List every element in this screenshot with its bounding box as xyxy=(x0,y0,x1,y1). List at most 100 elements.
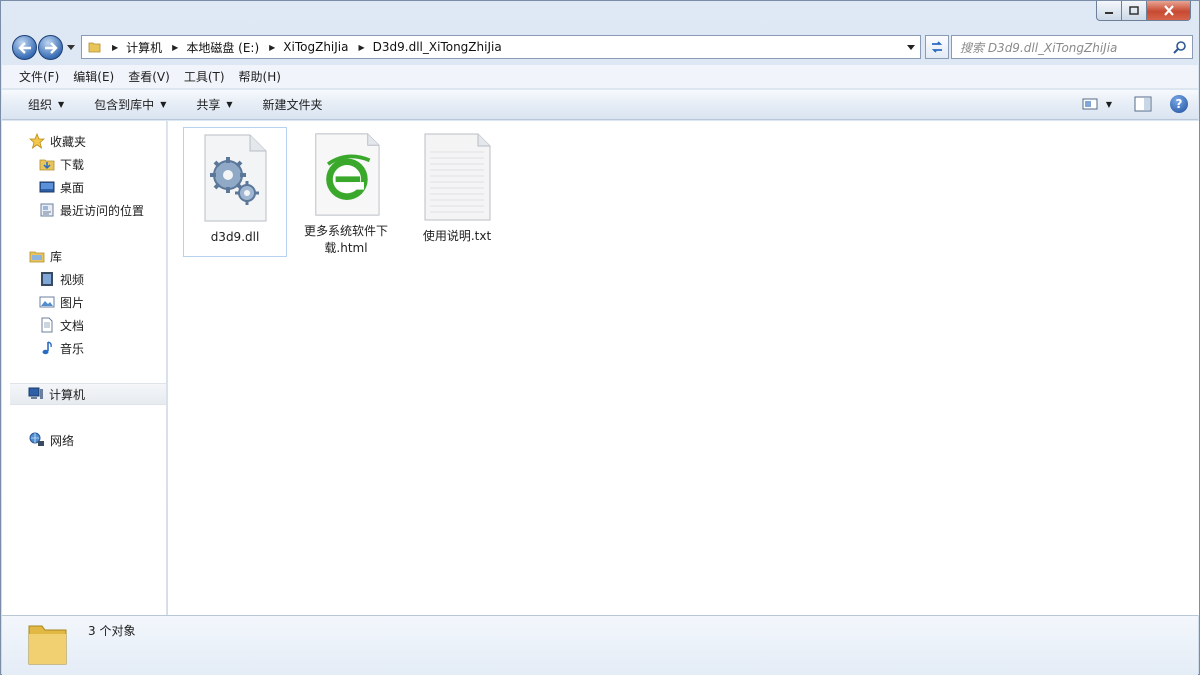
menu-bar: 文件(F) 编辑(E) 查看(V) 工具(T) 帮助(H) xyxy=(2,65,1198,89)
maximize-icon xyxy=(1129,6,1139,15)
address-bar[interactable]: ▶ 计算机 ▶ 本地磁盘 (E:) ▶ XiTogZhiJia ▶ D3d9.d… xyxy=(81,35,921,59)
change-view-icon[interactable] xyxy=(1082,96,1098,112)
breadcrumb-arrow-icon[interactable]: ▶ xyxy=(269,43,275,52)
recent-places-icon xyxy=(40,203,54,217)
details-pane: 3 个对象 xyxy=(2,615,1198,675)
chevron-down-icon: ▼ xyxy=(58,100,65,109)
arrow-right-icon xyxy=(44,41,58,54)
address-row: ▶ 计算机 ▶ 本地磁盘 (E:) ▶ XiTogZhiJia ▶ D3d9.d… xyxy=(9,31,1193,61)
search-icon[interactable] xyxy=(1172,40,1188,56)
nav-computer-label: 计算机 xyxy=(49,387,86,402)
breadcrumb-drive[interactable]: 本地磁盘 (E:) xyxy=(186,39,259,56)
libraries-icon xyxy=(29,251,45,263)
nav-music-label: 音乐 xyxy=(60,341,85,356)
star-icon xyxy=(29,133,45,149)
command-bar: 组织 ▼ 包含到库中 ▼ 共享 ▼ 新建文件夹 ▼ ? xyxy=(2,90,1198,120)
desktop-icon xyxy=(39,181,55,193)
music-icon xyxy=(42,341,52,355)
help-icon[interactable]: ? xyxy=(1170,95,1188,113)
refresh-button[interactable] xyxy=(925,35,949,59)
breadcrumb-arrow-icon[interactable]: ▶ xyxy=(359,43,365,52)
videos-icon xyxy=(41,272,53,286)
breadcrumb-current-folder[interactable]: D3d9.dll_XiTongZhiJia xyxy=(373,40,502,54)
include-in-library-button[interactable]: 包含到库中 ▼ xyxy=(84,96,176,113)
file-item-html[interactable]: 更多系统软件下载.html xyxy=(294,127,398,257)
close-button[interactable] xyxy=(1147,1,1191,21)
nav-downloads[interactable]: 下载 xyxy=(2,153,167,175)
nav-recent-places[interactable]: 最近访问的位置 xyxy=(2,199,167,221)
nav-libraries[interactable]: 库 xyxy=(2,245,167,267)
txt-file-icon xyxy=(424,133,491,221)
breadcrumb-computer[interactable]: 计算机 xyxy=(126,39,162,56)
address-history-dropdown-icon[interactable] xyxy=(904,40,918,54)
minimize-button[interactable] xyxy=(1096,1,1122,21)
file-item-txt[interactable]: 使用说明.txt xyxy=(405,127,509,257)
file-name: d3d9.dll xyxy=(210,230,260,244)
view-controls: ▼ ? xyxy=(1082,95,1188,113)
file-list-view[interactable]: d3d9.dll 更多系统软件下载.html 使用说明.txt xyxy=(168,121,1199,615)
nav-network-label: 网络 xyxy=(50,433,75,448)
nav-pictures-label: 图片 xyxy=(60,295,85,310)
new-folder-label: 新建文件夹 xyxy=(262,98,323,112)
nav-downloads-label: 下载 xyxy=(60,157,85,172)
organize-label: 组织 xyxy=(28,98,53,112)
file-name: 使用说明.txt xyxy=(422,229,492,243)
minimize-icon xyxy=(1105,11,1113,14)
explorer-window: ▶ 计算机 ▶ 本地磁盘 (E:) ▶ XiTogZhiJia ▶ D3d9.d… xyxy=(0,0,1200,675)
nav-network[interactable]: 网络 xyxy=(2,429,167,451)
breadcrumb-folder[interactable]: XiTogZhiJia xyxy=(283,40,348,54)
menu-file[interactable]: 文件(F) xyxy=(12,66,66,87)
nav-pictures[interactable]: 图片 xyxy=(2,291,167,313)
view-options-dropdown-icon[interactable]: ▼ xyxy=(1106,100,1112,109)
include-in-library-label: 包含到库中 xyxy=(94,98,155,112)
nav-libraries-label: 库 xyxy=(50,249,63,264)
folder-icon xyxy=(88,42,101,53)
breadcrumb-arrow-icon[interactable]: ▶ xyxy=(112,43,118,52)
nav-recent-places-label: 最近访问的位置 xyxy=(60,203,145,218)
downloads-folder-icon xyxy=(39,159,55,171)
share-label: 共享 xyxy=(196,98,221,112)
nav-computer[interactable]: 计算机 xyxy=(10,383,166,405)
documents-icon xyxy=(41,317,53,333)
share-button[interactable]: 共享 ▼ xyxy=(186,96,242,113)
close-icon xyxy=(1163,5,1174,16)
back-button[interactable] xyxy=(12,35,37,60)
window-controls xyxy=(1096,1,1191,21)
nav-favorites[interactable]: 收藏夹 xyxy=(2,130,167,152)
nav-desktop-label: 桌面 xyxy=(60,180,85,195)
computer-icon xyxy=(28,387,43,399)
nav-documents-label: 文档 xyxy=(60,318,85,333)
file-item-d3d9-dll[interactable]: d3d9.dll xyxy=(183,127,287,257)
nav-favorites-label: 收藏夹 xyxy=(50,134,87,149)
organize-button[interactable]: 组织 ▼ xyxy=(18,96,74,113)
menu-edit[interactable]: 编辑(E) xyxy=(66,66,121,87)
file-name: 更多系统软件下载.html xyxy=(303,224,388,255)
search-input[interactable]: 搜索 D3d9.dll_XiTongZhiJia xyxy=(951,35,1193,59)
new-folder-button[interactable]: 新建文件夹 xyxy=(253,96,333,113)
maximize-button[interactable] xyxy=(1122,1,1147,21)
html-file-icon xyxy=(315,133,380,216)
item-count: 3 个对象 xyxy=(88,624,136,638)
nav-desktop[interactable]: 桌面 xyxy=(2,176,167,198)
nav-videos-label: 视频 xyxy=(60,272,85,287)
breadcrumb-arrow-icon[interactable]: ▶ xyxy=(172,43,178,52)
menu-help[interactable]: 帮助(H) xyxy=(232,66,288,87)
nav-videos[interactable]: 视频 xyxy=(2,268,167,290)
nav-documents[interactable]: 文档 xyxy=(2,314,167,336)
arrow-left-icon xyxy=(17,41,31,54)
nav-music[interactable]: 音乐 xyxy=(2,337,167,359)
dll-file-icon xyxy=(204,134,267,222)
forward-button[interactable] xyxy=(38,35,63,60)
chevron-down-icon: ▼ xyxy=(226,100,233,109)
pictures-icon xyxy=(39,296,55,308)
network-icon xyxy=(29,432,44,446)
preview-pane-icon[interactable] xyxy=(1134,96,1152,112)
menu-tools[interactable]: 工具(T) xyxy=(177,66,232,87)
search-placeholder: 搜索 D3d9.dll_XiTongZhiJia xyxy=(960,40,1118,55)
refresh-icon xyxy=(931,41,943,53)
recent-pages-dropdown-icon[interactable] xyxy=(65,41,77,53)
folder-icon xyxy=(28,625,67,665)
menu-view[interactable]: 查看(V) xyxy=(121,66,177,87)
chevron-down-icon: ▼ xyxy=(160,100,167,109)
navigation-pane: 收藏夹 下载 桌面 最近访问的位置 库 视频 图片 文档 音乐 计算机 网络 xyxy=(2,121,167,615)
